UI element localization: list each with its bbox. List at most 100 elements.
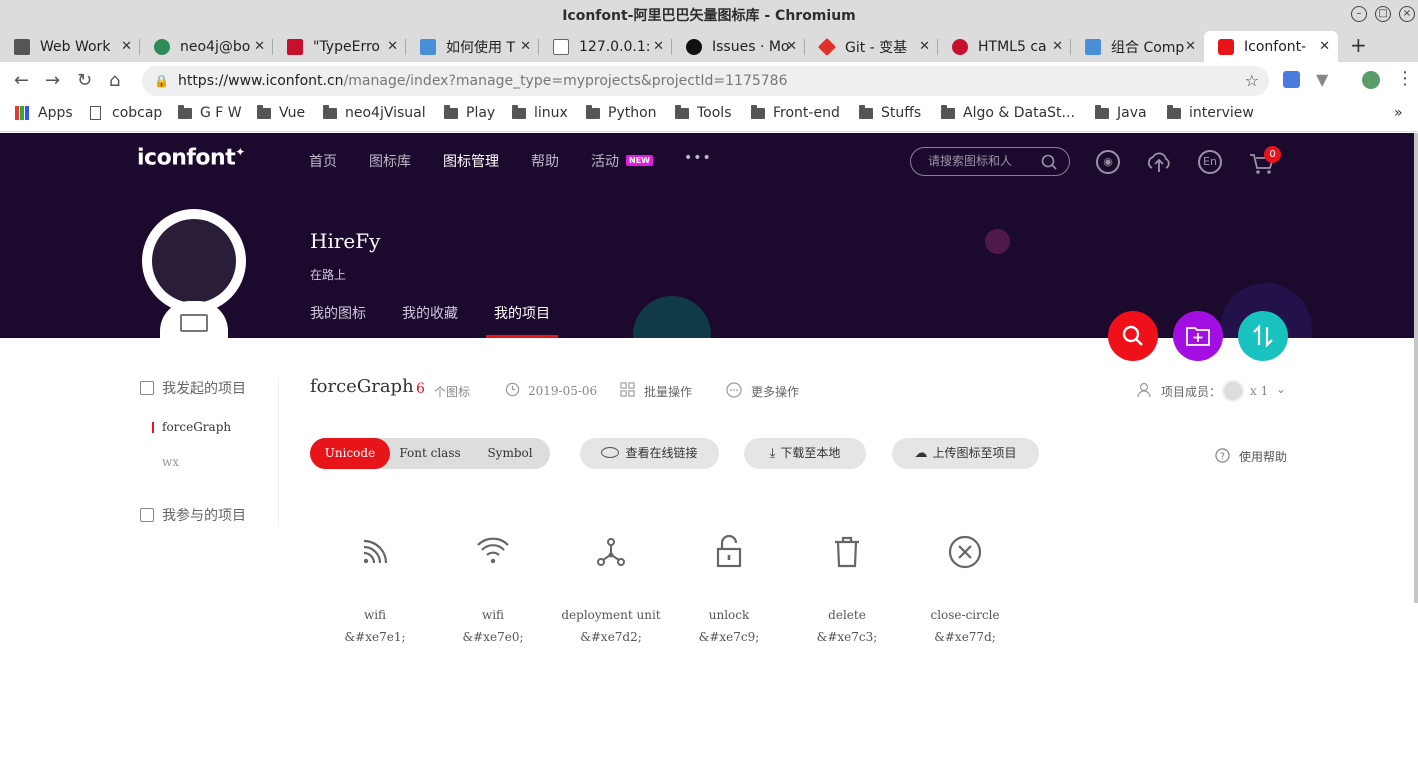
address-bar[interactable]: 🔒 https://www.iconfont.cn/manage/index?m… bbox=[142, 66, 1269, 96]
mode-symbol-button[interactable]: Symbol bbox=[470, 438, 550, 469]
chevron-down-icon[interactable]: ⌄ bbox=[1276, 382, 1286, 396]
sidebar-started-projects[interactable]: 我发起的项目 bbox=[140, 378, 246, 398]
sidebar-project-wx[interactable]: wx bbox=[162, 455, 179, 469]
mode-unicode-button[interactable]: Unicode bbox=[310, 438, 390, 469]
bookmark-folder[interactable]: Tools bbox=[675, 104, 732, 121]
help-icon: ? bbox=[1215, 448, 1230, 463]
download-local-button[interactable]: ⤓ 下载至本地 bbox=[744, 438, 866, 469]
bookmark-folder[interactable]: Python bbox=[586, 104, 657, 121]
bookmark-folder[interactable]: interview bbox=[1167, 104, 1254, 121]
bookmark-folder[interactable]: G F W bbox=[178, 104, 242, 121]
browser-tab[interactable]: 127.0.0.1: ✕ bbox=[539, 31, 672, 62]
bookmark-folder[interactable]: Play bbox=[444, 104, 495, 121]
tab-close-icon[interactable]: ✕ bbox=[1052, 39, 1063, 54]
icon-card[interactable]: unlock &#xe7c9; bbox=[670, 534, 788, 644]
tab-my-projects[interactable]: 我的项目 bbox=[494, 303, 550, 323]
minimize-icon[interactable]: – bbox=[1351, 6, 1367, 22]
home-icon[interactable]: ⌂ bbox=[109, 70, 120, 91]
icon-card[interactable]: deployment unit &#xe7d2; bbox=[552, 534, 670, 644]
back-icon[interactable]: ← bbox=[14, 70, 29, 91]
tab-close-icon[interactable]: ✕ bbox=[520, 39, 531, 54]
more-operations[interactable]: 更多操作 bbox=[751, 383, 799, 400]
mode-fontclass-button[interactable]: Font class bbox=[390, 438, 470, 469]
bookmark-folder[interactable]: Algo & DataSt... bbox=[941, 104, 1075, 121]
translate-icon[interactable] bbox=[1283, 71, 1300, 88]
browser-tab-active[interactable]: Iconfont- ✕ bbox=[1204, 31, 1338, 62]
nav-activity[interactable]: 活动 bbox=[591, 151, 619, 171]
tab-close-icon[interactable]: ✕ bbox=[1185, 39, 1196, 54]
add-project-fab[interactable] bbox=[1173, 311, 1223, 361]
bookmark-folder[interactable]: Stuffs bbox=[859, 104, 921, 121]
tab-favicon-icon bbox=[14, 38, 30, 55]
tab-close-icon[interactable]: ✕ bbox=[121, 39, 132, 54]
tab-my-icons[interactable]: 我的图标 bbox=[310, 303, 366, 323]
icon-card[interactable]: wifi &#xe7e1; bbox=[316, 534, 434, 644]
iconfont-logo[interactable]: iconfont✦ bbox=[137, 145, 245, 170]
upload-icons-button[interactable]: ☁ 上传图标至项目 bbox=[892, 438, 1039, 469]
browser-tab[interactable]: neo4j@bo ✕ bbox=[140, 31, 273, 62]
browser-tab[interactable]: Git - 变基 ✕ bbox=[805, 31, 938, 62]
url-host: https://www.iconfont.cn bbox=[177, 73, 344, 89]
project-title: forceGraph bbox=[310, 376, 414, 397]
nav-help[interactable]: 帮助 bbox=[531, 151, 559, 171]
tab-close-icon[interactable]: ✕ bbox=[1319, 39, 1330, 54]
nav-icon-management[interactable]: 图标管理 bbox=[443, 151, 499, 171]
bookmark-folder[interactable]: neo4jVisual bbox=[323, 104, 426, 121]
tab-close-icon[interactable]: ✕ bbox=[786, 39, 797, 54]
extension-icon[interactable]: ▼ bbox=[1316, 70, 1328, 89]
bookmark-folder[interactable]: Front-end bbox=[751, 104, 840, 121]
bookmark-folder[interactable]: Java bbox=[1095, 104, 1147, 121]
browser-tab[interactable]: Issues · Mo ✕ bbox=[672, 31, 805, 62]
sidebar-joined-projects[interactable]: 我参与的项目 bbox=[140, 505, 246, 525]
browser-tab[interactable]: 组合 Comp ✕ bbox=[1071, 31, 1204, 62]
profile-icon[interactable] bbox=[1362, 71, 1380, 89]
usage-help-link[interactable]: 使用帮助 bbox=[1239, 448, 1287, 465]
browser-tab[interactable]: Web Work ✕ bbox=[0, 31, 140, 62]
browser-tab[interactable]: 如何使用 T ✕ bbox=[406, 31, 539, 62]
view-online-link-button[interactable]: 查看在线链接 bbox=[580, 438, 719, 469]
forward-icon[interactable]: → bbox=[45, 70, 60, 91]
bookmarks-overflow-icon[interactable]: » bbox=[1394, 105, 1403, 121]
more-menu-icon[interactable]: ••• bbox=[684, 150, 712, 166]
page-scrollbar[interactable] bbox=[1414, 133, 1418, 603]
maximize-icon[interactable]: □ bbox=[1375, 6, 1391, 22]
upload-cloud-icon[interactable] bbox=[1146, 150, 1172, 174]
git-icon bbox=[817, 37, 837, 56]
search-placeholder: 请搜索图标和人 bbox=[928, 154, 1013, 168]
reload-icon[interactable]: ↻ bbox=[77, 70, 92, 91]
member-avatar[interactable] bbox=[1222, 380, 1244, 402]
tab-close-icon[interactable]: ✕ bbox=[653, 39, 664, 54]
github-icon[interactable]: ◉ bbox=[1096, 150, 1120, 174]
decor-circle bbox=[633, 296, 711, 338]
menu-icon[interactable]: ⋮ bbox=[1396, 68, 1414, 89]
search-input[interactable]: 请搜索图标和人 bbox=[910, 147, 1070, 176]
bookmark-star-icon[interactable]: ☆ bbox=[1245, 71, 1259, 90]
sort-fab[interactable] bbox=[1238, 311, 1288, 361]
tab-close-icon[interactable]: ✕ bbox=[254, 39, 265, 54]
browser-tab[interactable]: "TypeErro ✕ bbox=[273, 31, 406, 62]
sidebar-project-forcegraph[interactable]: forceGraph bbox=[162, 420, 231, 434]
icon-card[interactable]: delete &#xe7c3; bbox=[788, 534, 906, 644]
tab-my-favorites[interactable]: 我的收藏 bbox=[402, 303, 458, 323]
search-icon[interactable] bbox=[1041, 154, 1057, 170]
icon-card[interactable]: wifi &#xe7e0; bbox=[434, 534, 552, 644]
bookmark-folder[interactable]: linux bbox=[512, 104, 568, 121]
batch-operation[interactable]: 批量操作 bbox=[644, 383, 692, 400]
bookmark-apps[interactable]: Apps bbox=[15, 105, 73, 121]
nav-icon-library[interactable]: 图标库 bbox=[369, 151, 411, 171]
browser-tab[interactable]: HTML5 ca ✕ bbox=[938, 31, 1071, 62]
tab-close-icon[interactable]: ✕ bbox=[387, 39, 398, 54]
icon-code: &#xe77d; bbox=[934, 630, 996, 644]
svg-text:?: ? bbox=[1220, 451, 1225, 462]
language-toggle[interactable]: En bbox=[1198, 150, 1222, 174]
icon-card[interactable]: close-circle &#xe77d; bbox=[906, 534, 1024, 644]
bookmark-folder[interactable]: Vue bbox=[257, 104, 305, 121]
nav-home[interactable]: 首页 bbox=[309, 151, 337, 171]
avatar[interactable] bbox=[142, 209, 246, 313]
new-tab-button[interactable]: + bbox=[1350, 33, 1367, 57]
close-window-icon[interactable]: × bbox=[1399, 6, 1415, 22]
search-fab[interactable] bbox=[1108, 311, 1158, 361]
add-folder-icon bbox=[1186, 327, 1210, 346]
bookmark-item[interactable]: cobcap bbox=[90, 105, 162, 121]
tab-close-icon[interactable]: ✕ bbox=[919, 39, 930, 54]
